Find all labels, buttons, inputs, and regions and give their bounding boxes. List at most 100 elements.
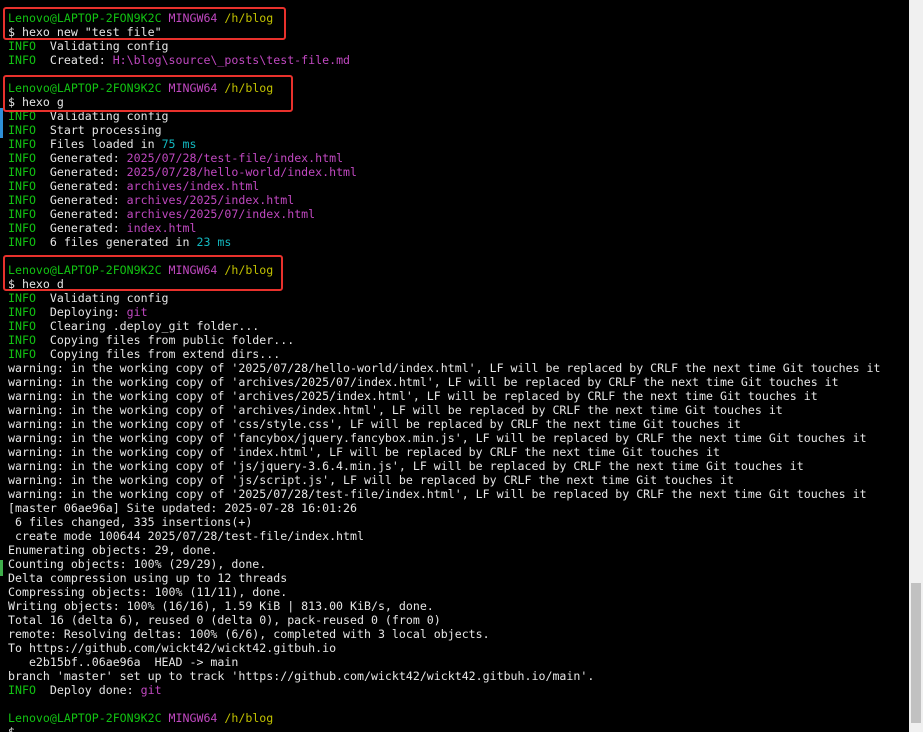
terminal-text-segment: INFO	[8, 151, 36, 165]
terminal-text-segment: Deploy done:	[35, 683, 141, 697]
terminal-text-segment: Compressing objects: 100% (11/11), done.	[8, 585, 288, 599]
terminal-text-segment: MINGW64	[168, 711, 218, 725]
terminal-text-segment: Enumerating objects: 29, done.	[8, 543, 218, 557]
edge-accent-blue	[0, 108, 3, 138]
terminal-text-segment: warning: in the working copy of 'css/sty…	[8, 417, 741, 431]
terminal-line: INFO Deploy done: git	[8, 683, 162, 697]
terminal-text-segment: warning: in the working copy of 'index.h…	[8, 445, 720, 459]
terminal-text-segment: 6 files changed, 335 insertions(+)	[8, 515, 253, 529]
terminal-line: e2b15bf..06ae96a HEAD -> main	[8, 655, 238, 669]
terminal-line: warning: in the working copy of 'js/jque…	[8, 459, 804, 473]
terminal-line: INFO Files loaded in 75 ms	[8, 137, 196, 151]
terminal-line: Enumerating objects: 29, done.	[8, 543, 217, 557]
terminal-text-segment: INFO	[8, 221, 36, 235]
terminal-line: remote: Resolving deltas: 100% (6/6), co…	[8, 627, 490, 641]
terminal-text-segment: Total 16 (delta 6), reused 0 (delta 0), …	[8, 613, 441, 627]
highlight-box-hexo-generate	[3, 75, 293, 112]
terminal-text-segment: warning: in the working copy of '2025/07…	[8, 487, 867, 501]
terminal-line: warning: in the working copy of 'js/scri…	[8, 473, 734, 487]
terminal-text-segment: git	[140, 683, 162, 697]
terminal-text-segment: INFO	[8, 179, 36, 193]
terminal-text-segment: Files loaded in	[35, 137, 162, 151]
scrollbar-thumb[interactable]	[911, 583, 921, 723]
terminal-text-segment: INFO	[8, 291, 36, 305]
terminal-text-segment: git	[126, 305, 148, 319]
terminal-text-segment: Copying files from extend dirs...	[35, 347, 281, 361]
terminal-text-segment: INFO	[8, 53, 36, 67]
terminal-line: INFO Validating config	[8, 291, 169, 305]
terminal-text-segment: create mode 100644 2025/07/28/test-file/…	[8, 529, 364, 543]
terminal-text-segment: Created:	[35, 53, 113, 67]
terminal-text-segment: 23 ms	[196, 235, 232, 249]
terminal-line: INFO Generated: archives/2025/index.html	[8, 193, 294, 207]
terminal-text-segment: archives/2025/07/index.html	[126, 207, 316, 221]
terminal-text-segment: INFO	[8, 137, 36, 151]
terminal-text-segment: Delta compression using up to 12 threads	[8, 571, 288, 585]
terminal-line: INFO Created: H:\blog\source\_posts\test…	[8, 53, 350, 67]
terminal-text-segment: warning: in the working copy of '2025/07…	[8, 361, 881, 375]
terminal-text-segment: Writing objects: 100% (16/16), 1.59 KiB …	[8, 599, 434, 613]
terminal-text-segment: Copying files from public folder...	[35, 333, 295, 347]
terminal-text-segment: Generated:	[35, 193, 127, 207]
terminal-text-segment: Validating config	[35, 39, 169, 53]
terminal-text-segment: INFO	[8, 347, 36, 361]
terminal-line: Lenovo@LAPTOP-2FON9K2C MINGW64 /h/blog	[8, 711, 273, 725]
terminal-line: warning: in the working copy of 'archive…	[8, 375, 839, 389]
terminal-text-segment: INFO	[8, 193, 36, 207]
terminal-line: INFO 6 files generated in 23 ms	[8, 235, 231, 249]
terminal-text-segment: branch 'master' set up to track 'https:/…	[8, 669, 595, 683]
terminal-text-segment: INFO	[8, 333, 36, 347]
terminal-text-segment: Generated:	[35, 179, 127, 193]
terminal-text-segment: warning: in the working copy of 'js/scri…	[8, 473, 734, 487]
terminal-text-segment: warning: in the working copy of 'archive…	[8, 389, 818, 403]
terminal-text-segment: H:\blog\source\_posts\test-file.md	[112, 53, 351, 67]
terminal-text-segment: 75 ms	[161, 137, 197, 151]
terminal-line: 6 files changed, 335 insertions(+)	[8, 515, 252, 529]
terminal-text-segment: Start processing	[35, 123, 162, 137]
terminal-text-segment: warning: in the working copy of 'js/jque…	[8, 459, 804, 473]
terminal-text-segment: 2025/07/28/hello-world/index.html	[126, 165, 358, 179]
terminal-line: INFO Generated: 2025/07/28/test-file/ind…	[8, 151, 343, 165]
terminal-line: warning: in the working copy of 'archive…	[8, 389, 818, 403]
terminal-text-segment: $	[8, 725, 15, 732]
terminal-line: INFO Clearing .deploy_git folder...	[8, 319, 259, 333]
terminal-text-segment: 6 files generated in	[35, 235, 197, 249]
terminal-text-segment: INFO	[8, 39, 36, 53]
terminal-line: Compressing objects: 100% (11/11), done.	[8, 585, 287, 599]
terminal-text-segment: 2025/07/28/test-file/index.html	[126, 151, 344, 165]
terminal-text-segment: [master 06ae96a] Site updated: 2025-07-2…	[8, 501, 358, 515]
vertical-scrollbar[interactable]	[909, 0, 923, 732]
terminal-line: INFO Start processing	[8, 123, 162, 137]
terminal-line: branch 'master' set up to track 'https:/…	[8, 669, 594, 683]
terminal-text-segment: /h/blog	[224, 711, 274, 725]
terminal-text-segment: Generated:	[35, 165, 127, 179]
terminal-text-segment: Generated:	[35, 151, 127, 165]
terminal-line: INFO Copying files from extend dirs...	[8, 347, 280, 361]
terminal-line: INFO Generated: archives/index.html	[8, 179, 259, 193]
terminal-text-segment: INFO	[8, 235, 36, 249]
terminal-text-segment: warning: in the working copy of 'fancybo…	[8, 431, 867, 445]
terminal-line: warning: in the working copy of '2025/07…	[8, 487, 867, 501]
terminal-text-segment: Generated:	[35, 221, 127, 235]
terminal-text-segment: Lenovo@LAPTOP-2FON9K2C	[8, 711, 162, 725]
terminal-line: INFO Validating config	[8, 39, 169, 53]
terminal-text-segment: INFO	[8, 683, 36, 697]
terminal-line: warning: in the working copy of 'archive…	[8, 403, 783, 417]
terminal-line: Counting objects: 100% (29/29), done.	[8, 557, 266, 571]
terminal-text-segment: Counting objects: 100% (29/29), done.	[8, 557, 267, 571]
terminal-line: [master 06ae96a] Site updated: 2025-07-2…	[8, 501, 357, 515]
highlight-box-hexo-deploy	[3, 255, 283, 291]
terminal-text-segment: Generated:	[35, 207, 127, 221]
terminal-text-segment: warning: in the working copy of 'archive…	[8, 375, 839, 389]
terminal-text-segment: Deploying:	[35, 305, 127, 319]
terminal-line: INFO Generated: 2025/07/28/hello-world/i…	[8, 165, 357, 179]
terminal-line: Total 16 (delta 6), reused 0 (delta 0), …	[8, 613, 441, 627]
terminal-text-segment: INFO	[8, 165, 36, 179]
terminal-text-segment: Clearing .deploy_git folder...	[35, 319, 260, 333]
terminal-line: INFO Copying files from public folder...	[8, 333, 294, 347]
terminal-line: warning: in the working copy of 'css/sty…	[8, 417, 741, 431]
terminal-line: warning: in the working copy of 'index.h…	[8, 445, 720, 459]
terminal-text-segment: Validating config	[35, 291, 169, 305]
terminal-line: Writing objects: 100% (16/16), 1.59 KiB …	[8, 599, 434, 613]
